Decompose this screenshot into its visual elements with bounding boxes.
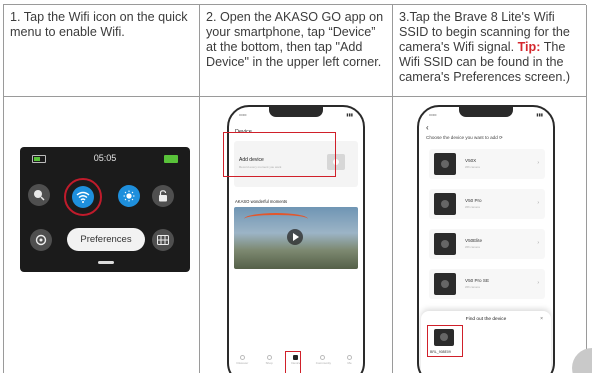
camera-thumbnail — [434, 273, 456, 295]
device-name: V50Elite — [465, 238, 483, 243]
phone-notch — [269, 107, 323, 117]
device-type: Wifi camera — [465, 165, 480, 169]
nav-discover-label: Discover — [236, 361, 249, 365]
device-item[interactable]: V50 Pro SE Wifi camera › — [429, 269, 545, 299]
device-item[interactable]: V50X Wifi camera › — [429, 149, 545, 179]
discover-icon — [239, 355, 245, 360]
nav-me-label: Me — [347, 361, 352, 365]
moments-video-thumbnail[interactable] — [234, 207, 358, 269]
voice-control-icon[interactable] — [28, 184, 50, 206]
camera-thumbnail — [434, 329, 454, 346]
camera-thumbnail — [434, 233, 456, 255]
nav-community[interactable]: Community — [315, 355, 331, 365]
camera-quick-menu-screen: 05:05 Preferences — [20, 147, 190, 272]
device-item[interactable]: V50Elite Wifi camera › — [429, 229, 545, 259]
device-name: V50X — [465, 158, 477, 163]
grid-menu-icon[interactable] — [152, 229, 174, 251]
step-3-caption: 3.Tap the Brave 8 Lite's Wifi SSID to be… — [393, 5, 586, 85]
step-2-caption-cell: 2. Open the AKASO GO app on your smartph… — [200, 5, 393, 97]
nav-me[interactable]: Me — [343, 355, 357, 365]
step-3-caption-cell: 3.Tap the Brave 8 Lite's Wifi SSID to be… — [393, 5, 587, 97]
nav-shop-label: Shop — [265, 361, 273, 365]
find-device-title: Find out the device — [465, 317, 507, 322]
chevron-right-icon: › — [537, 200, 539, 206]
screen-brightness-icon[interactable] — [118, 185, 140, 207]
mode-dial-icon[interactable] — [30, 229, 52, 251]
camera-home-bar — [98, 261, 114, 264]
step-2-image-cell: ▭▭ ▮▮▮ Device Add device Record every mo… — [200, 97, 393, 373]
instruction-grid: 1. Tap the Wifi icon on the quick menu t… — [3, 4, 587, 373]
preferences-button[interactable]: Preferences — [67, 228, 145, 251]
device-type: Wifi camera — [465, 205, 480, 209]
device-name: V50 Pro — [465, 198, 482, 203]
device-item[interactable]: V50 Pro Wifi camera › — [429, 189, 545, 219]
me-icon — [347, 355, 353, 360]
close-icon[interactable]: × — [540, 316, 543, 322]
camera-thumbnail — [434, 193, 456, 215]
paraglider-wing — [244, 213, 308, 225]
status-bar-icons: ▮▮▮ — [346, 112, 353, 117]
step-1-caption-cell: 1. Tap the Wifi icon on the quick menu t… — [4, 5, 200, 97]
moments-section-title: AKASO wonderful moments — [235, 199, 288, 204]
device-type: Wifi camera — [465, 285, 480, 289]
find-device-sheet: Find out the device × BRL_908E09 — [421, 311, 551, 373]
step-3-image-cell: ▭▭ ▮▮▮ ‹ Choose the device you want to a… — [393, 97, 587, 373]
phone-notch — [459, 107, 513, 117]
nav-shop[interactable]: Shop — [262, 355, 276, 365]
step-2-caption: 2. Open the AKASO GO app on your smartph… — [206, 10, 384, 69]
back-icon[interactable]: ‹ — [426, 123, 429, 132]
shop-icon — [266, 355, 272, 360]
wifi-ssid-label: BRL_908E09 — [430, 350, 451, 354]
nav-community-label: Community — [315, 361, 331, 365]
step-1-image-cell: 05:05 Preferences — [4, 97, 200, 373]
status-bar-left: ▭▭ — [239, 112, 247, 117]
chevron-right-icon: › — [537, 280, 539, 286]
wifi-icon[interactable] — [72, 186, 94, 208]
device-tab-highlight — [285, 351, 301, 373]
chevron-right-icon: › — [537, 160, 539, 166]
status-bar-icons: ▮▮▮ — [536, 112, 543, 117]
choose-device-prompt: Choose the device you want to add ⟳ — [426, 135, 503, 140]
found-device-ssid-button[interactable]: BRL_908E09 — [427, 325, 463, 357]
status-bar-left: ▭▭ — [429, 112, 437, 117]
tip-label: Tip: — [517, 40, 541, 54]
add-device-highlight — [223, 132, 336, 177]
lock-icon[interactable] — [152, 185, 174, 207]
device-type: Wifi camera — [465, 245, 480, 249]
play-icon[interactable] — [287, 229, 303, 245]
community-icon — [320, 355, 326, 360]
chevron-right-icon: › — [537, 240, 539, 246]
step-1-caption: 1. Tap the Wifi icon on the quick menu t… — [10, 10, 188, 39]
nav-discover[interactable]: Discover — [235, 355, 249, 365]
device-name: V50 Pro SE — [465, 278, 490, 283]
phone-add-device-screen: ▭▭ ▮▮▮ ‹ Choose the device you want to a… — [417, 105, 555, 373]
camera-thumbnail — [434, 153, 456, 175]
phone-battery-icon — [164, 155, 178, 163]
